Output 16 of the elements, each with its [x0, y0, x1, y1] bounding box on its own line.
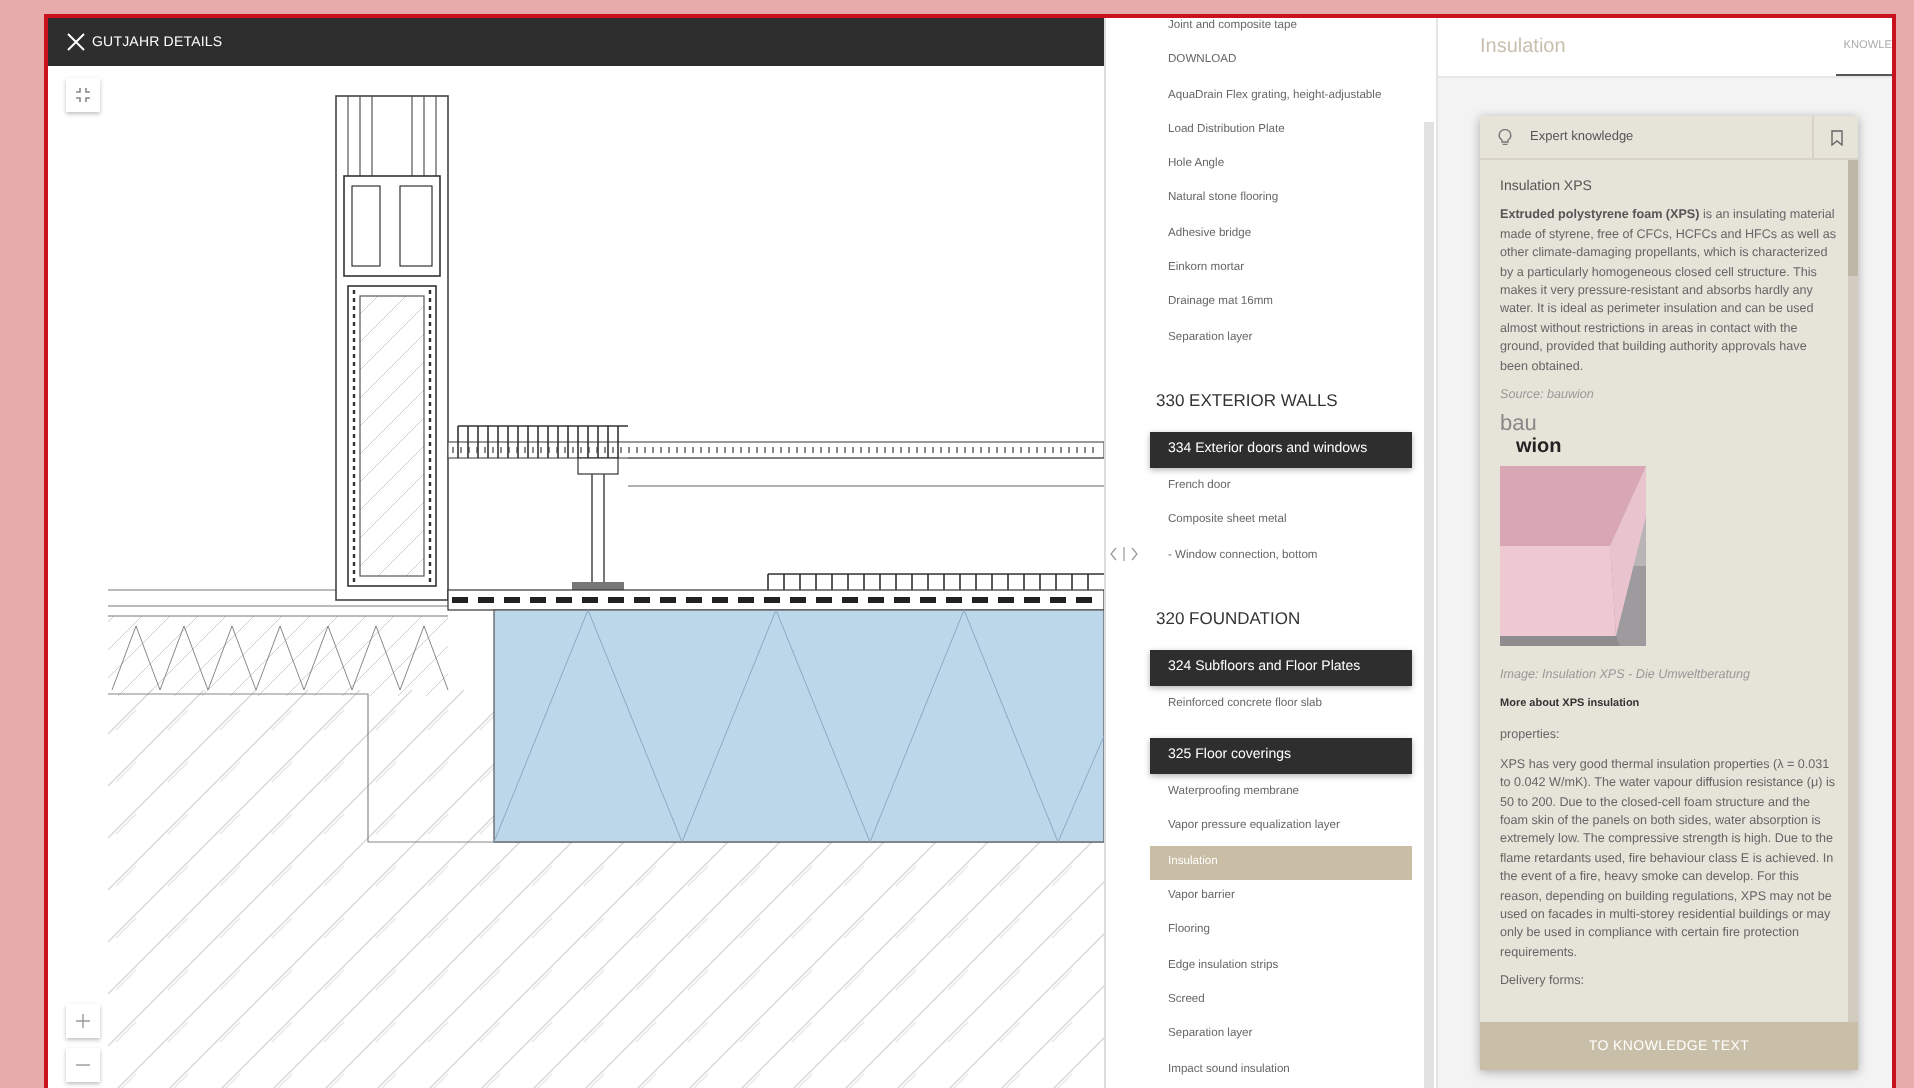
plus-icon — [76, 1014, 90, 1028]
resize-handle-icon[interactable] — [1110, 546, 1138, 562]
zoom-in-button[interactable] — [66, 1004, 100, 1038]
lightbulb-icon — [1496, 128, 1514, 146]
zoom-out-button[interactable] — [66, 1048, 100, 1082]
scrollbar[interactable] — [1424, 122, 1434, 1088]
brand-logo: bau wion — [1500, 414, 1564, 459]
fit-icon — [76, 88, 90, 102]
group-heading: 330 EXTERIOR WALLS — [1154, 387, 1340, 414]
panel-title: Insulation — [1480, 36, 1566, 58]
minus-icon — [76, 1058, 90, 1072]
fit-view-button[interactable] — [66, 78, 100, 112]
close-icon[interactable] — [66, 32, 86, 52]
group-heading: 320 FOUNDATION — [1154, 605, 1303, 632]
scrollbar[interactable] — [1848, 160, 1858, 1022]
bookmark-icon[interactable] — [1829, 129, 1843, 145]
